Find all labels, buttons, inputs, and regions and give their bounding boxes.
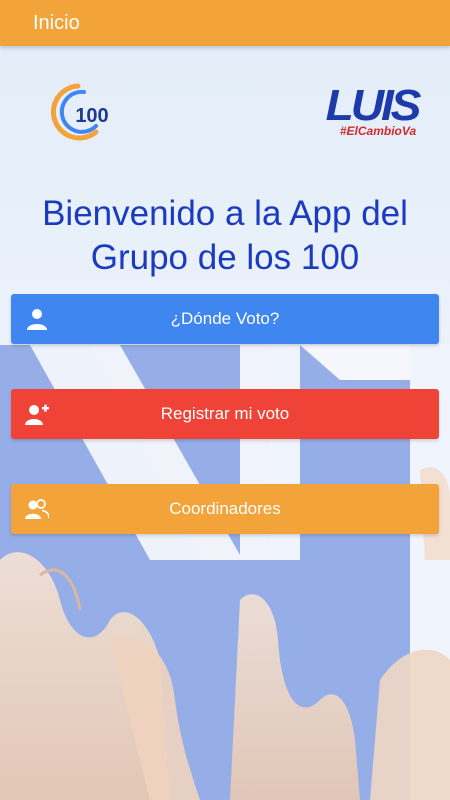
user-icon bbox=[25, 307, 49, 331]
logo-number: 100 bbox=[75, 105, 108, 127]
luis-logo: LUIS #ElCambioVa bbox=[320, 84, 424, 142]
donde-voto-button[interactable]: ¿Dónde Voto? bbox=[11, 294, 439, 344]
registrar-voto-label: Registrar mi voto bbox=[160, 404, 290, 423]
welcome-line-2: Grupo de los 100 bbox=[90, 238, 360, 277]
user-plus-icon bbox=[25, 402, 49, 426]
grupo-100-logo: 100 bbox=[38, 80, 122, 142]
welcome-line-1: Bienvenido a la App del bbox=[42, 194, 408, 233]
users-icon bbox=[25, 497, 50, 521]
app-bar: Inicio bbox=[0, 0, 450, 46]
donde-voto-label: ¿Dónde Voto? bbox=[170, 309, 280, 328]
logo-hashtag: #ElCambioVa bbox=[339, 124, 417, 138]
registrar-voto-button[interactable]: Registrar mi voto bbox=[11, 389, 439, 439]
app-bar-title: Inicio bbox=[33, 11, 80, 34]
welcome-heading: Bienvenido a la App del Grupo de los 100 bbox=[0, 192, 450, 280]
coordinadores-button[interactable]: Coordinadores bbox=[11, 484, 439, 534]
coordinadores-label: Coordinadores bbox=[169, 499, 281, 518]
logo-candidate-name: LUIS bbox=[325, 81, 422, 130]
